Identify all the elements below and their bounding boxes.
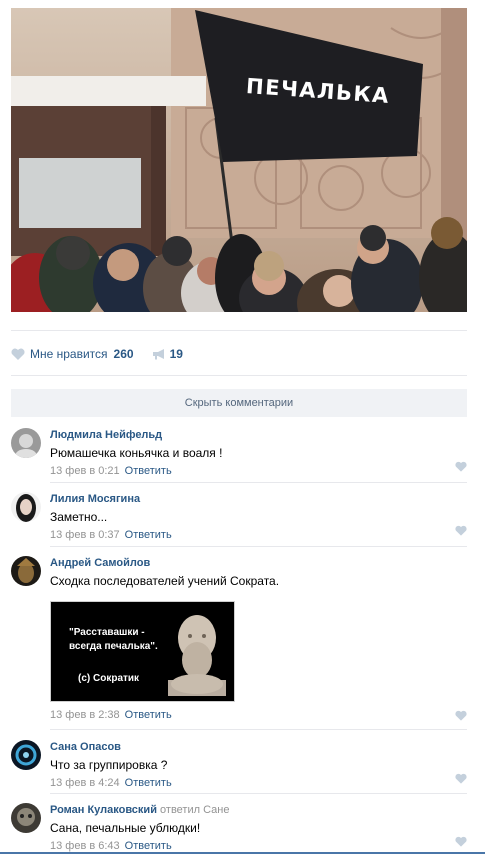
heart-icon[interactable] — [455, 461, 467, 472]
comment: Роман Кулаковский ответил Сане Сана, печ… — [11, 803, 467, 852]
comment-date[interactable]: 13 фев в 2:38 — [50, 709, 120, 721]
comment-author[interactable]: Сана Опасов — [50, 740, 467, 754]
comment-author[interactable]: Роман Кулаковский — [50, 804, 157, 816]
comment-date[interactable]: 13 фев в 0:21 — [50, 465, 120, 477]
reply-link[interactable]: Ответить — [125, 777, 172, 789]
reply-to-name[interactable]: Сане — [203, 804, 229, 816]
divider — [50, 482, 467, 483]
bottom-accent-line — [0, 852, 485, 854]
comment-text: Что за группировка ? — [50, 758, 168, 772]
comment-author[interactable]: Людмила Нейфельд — [50, 428, 467, 442]
like-count: 260 — [113, 347, 134, 361]
comment-date[interactable]: 13 фев в 4:24 — [50, 777, 120, 789]
avatar[interactable] — [11, 740, 41, 770]
like-label: Мне нравится — [30, 347, 108, 361]
comment-author[interactable]: Лилия Мосягина — [50, 492, 467, 506]
comment-text: Сана, печальные ублюдки! — [50, 821, 201, 835]
protest-photo-image — [11, 8, 467, 312]
like-button[interactable]: Мне нравится 260 — [11, 347, 134, 361]
share-button[interactable]: 19 — [152, 347, 183, 361]
divider — [50, 546, 467, 547]
comment-text: Рюмашечка коньячка и воаля ! — [50, 446, 223, 460]
comment: Людмила Нейфельд Рюмашечка коньячка и во… — [11, 428, 467, 478]
heart-icon[interactable] — [455, 773, 467, 784]
quote-text-line: всегда печалька". — [69, 641, 158, 652]
quote-line-1: "Расставашки - всегда печалька". — [69, 626, 158, 654]
comment-text: Сходка последователей учений Сократа. — [50, 574, 280, 588]
comment: Андрей Самойлов Сходка последователей уч… — [11, 556, 467, 726]
comment-date[interactable]: 13 фев в 0:37 — [50, 529, 120, 541]
divider — [50, 729, 467, 730]
avatar-image — [11, 556, 41, 586]
avatar-image — [11, 428, 41, 458]
heart-icon[interactable] — [455, 710, 467, 721]
post-photo[interactable]: ПЕЧАЛЬКА — [11, 8, 467, 312]
comment-date[interactable]: 13 фев в 6:43 — [50, 840, 120, 852]
avatar[interactable] — [11, 428, 41, 458]
comment-author[interactable]: Андрей Самойлов — [50, 556, 467, 570]
avatar-image — [11, 803, 41, 833]
megaphone-icon — [152, 349, 164, 360]
avatar[interactable] — [11, 556, 41, 586]
socrates-bust-image — [168, 615, 226, 696]
reply-link[interactable]: Ответить — [125, 709, 172, 721]
heart-icon[interactable] — [455, 525, 467, 536]
avatar[interactable] — [11, 803, 41, 833]
comment: Сана Опасов Что за группировка ? 13 фев … — [11, 740, 467, 790]
avatar-image — [11, 740, 41, 770]
hide-comments-button[interactable]: Скрыть комментарии — [11, 389, 467, 417]
reply-link[interactable]: Ответить — [125, 529, 172, 541]
avatar-image — [11, 492, 41, 522]
reply-link[interactable]: Ответить — [125, 465, 172, 477]
reply-link[interactable]: Ответить — [125, 840, 172, 852]
comment-text: Заметно... — [50, 510, 108, 524]
quote-signature: (с) Сократик — [78, 673, 140, 684]
heart-icon[interactable] — [455, 836, 467, 847]
divider — [11, 375, 467, 376]
quote-image-attachment[interactable]: "Расставашки - всегда печалька". (с) Сок… — [50, 601, 235, 702]
heart-icon — [11, 348, 25, 360]
reply-to-label: ответил — [160, 804, 201, 816]
divider — [50, 793, 467, 794]
comment: Лилия Мосягина Заметно... 13 фев в 0:37 О… — [11, 492, 467, 542]
quote-text-line: "Расставашки - — [69, 627, 145, 638]
post-actions: Мне нравится 260 19 — [11, 345, 183, 363]
share-count: 19 — [169, 347, 183, 361]
comment-author-line: Роман Кулаковский ответил Сане — [50, 803, 467, 817]
avatar[interactable] — [11, 492, 41, 522]
divider — [11, 330, 467, 331]
